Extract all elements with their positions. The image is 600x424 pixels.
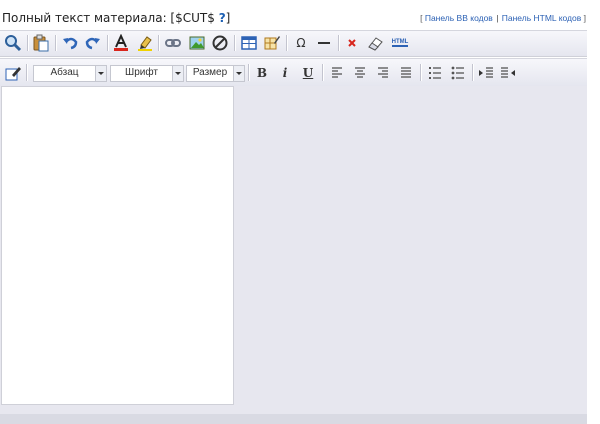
html-codes-panel-link[interactable]: Панель HTML кодов (502, 13, 581, 23)
remove-link-button[interactable] (211, 34, 229, 52)
font-size-select[interactable]: Размер (186, 65, 245, 82)
content-editing-area[interactable] (1, 86, 234, 405)
align-justify-button[interactable] (397, 64, 415, 82)
magnifier-icon (5, 35, 22, 52)
ordered-list-icon (429, 67, 441, 79)
chevron-down-icon (172, 66, 183, 81)
align-center-icon (355, 67, 365, 78)
preview-button[interactable] (4, 34, 22, 52)
remove-format-button[interactable] (343, 34, 361, 52)
editor-side-panel (235, 87, 585, 413)
bracket-close: ] (583, 13, 586, 23)
chevron-down-icon (233, 66, 244, 81)
eraser-icon (368, 37, 383, 51)
toolbar-separator (27, 35, 28, 51)
insert-table-button[interactable] (240, 34, 258, 52)
indent-button[interactable] (477, 64, 495, 82)
bulleted-list-button[interactable] (449, 64, 467, 82)
clipboard-icon (33, 34, 49, 52)
bb-codes-panel-link[interactable]: Панель BB кодов (425, 13, 493, 23)
underline-button[interactable]: U (299, 64, 317, 82)
redo-icon (85, 37, 100, 50)
toolbar-separator (107, 35, 108, 51)
unlink-icon (212, 35, 228, 51)
text-color-button[interactable] (112, 34, 130, 52)
font-family-select[interactable]: Шрифт (110, 65, 184, 82)
toolbar-separator (420, 64, 421, 81)
content-field-label: Полный текст материала: [$CUT$ ?] (2, 11, 230, 25)
table-icon (241, 36, 257, 50)
bold-button[interactable]: B (253, 64, 271, 82)
toolbar-separator (338, 35, 339, 51)
toolbar-separator (158, 35, 159, 51)
align-justify-icon (401, 67, 411, 78)
outdent-icon (501, 67, 515, 78)
horizontal-line-icon (318, 42, 330, 44)
toolbar-separator (472, 64, 473, 81)
omega-icon: Ω (296, 36, 306, 50)
clear-content-button[interactable] (366, 34, 384, 52)
pencil-edit-icon (5, 67, 21, 81)
html-source-icon: HTML (391, 39, 409, 47)
numbered-list-button[interactable] (426, 64, 444, 82)
panel-switch-links: [ Панель BB кодов | Панель HTML кодов ] (420, 13, 586, 23)
align-left-button[interactable] (328, 64, 346, 82)
help-link[interactable]: ? (219, 11, 226, 25)
redo-button[interactable] (84, 34, 102, 52)
editor-toolbar-format: Абзац Шрифт Размер B i U (0, 58, 587, 87)
insert-image-button[interactable] (188, 34, 206, 52)
unordered-list-icon (451, 66, 464, 80)
outdent-button[interactable] (499, 64, 517, 82)
toolbar-separator (55, 35, 56, 51)
paragraph-format-value: Абзац (50, 67, 79, 78)
label-bracket: ] (225, 11, 231, 25)
undo-button[interactable] (61, 34, 79, 52)
editor-resize-bar[interactable] (0, 414, 587, 424)
italic-button[interactable]: i (276, 64, 294, 82)
font-size-value: Размер (192, 67, 228, 78)
align-left-icon (332, 67, 342, 78)
html-source-button[interactable]: HTML (389, 34, 411, 52)
toolbar-separator (322, 64, 323, 81)
table-edit-icon (264, 36, 280, 50)
align-right-icon (378, 67, 388, 78)
text-color-icon (114, 34, 128, 51)
insert-link-button[interactable] (164, 34, 182, 52)
image-icon (189, 36, 205, 50)
table-properties-button[interactable] (263, 34, 281, 52)
font-family-value: Шрифт (125, 67, 158, 78)
chevron-down-icon (95, 66, 106, 81)
close-x-icon (348, 39, 356, 47)
toolbar-separator (234, 35, 235, 51)
highlight-color-button[interactable] (136, 34, 154, 52)
align-center-button[interactable] (351, 64, 369, 82)
toolbar-separator (248, 64, 249, 81)
indent-icon (479, 67, 493, 78)
align-right-button[interactable] (374, 64, 392, 82)
editor-toolbar-main: Ω HTML (0, 30, 587, 57)
edit-mode-button[interactable] (4, 64, 22, 82)
bracket-open: [ (420, 13, 423, 23)
paste-button[interactable] (32, 34, 50, 52)
special-characters-button[interactable]: Ω (292, 34, 310, 52)
undo-icon (63, 37, 78, 50)
horizontal-rule-button[interactable] (315, 34, 333, 52)
toolbar-separator (286, 35, 287, 51)
paragraph-format-select[interactable]: Абзац (33, 65, 107, 82)
label-text: Полный текст материала: [$CUT$ (2, 11, 219, 25)
toolbar-separator (26, 64, 27, 81)
highlighter-icon (138, 36, 152, 51)
link-separator: | (496, 13, 499, 23)
link-icon (165, 39, 181, 47)
